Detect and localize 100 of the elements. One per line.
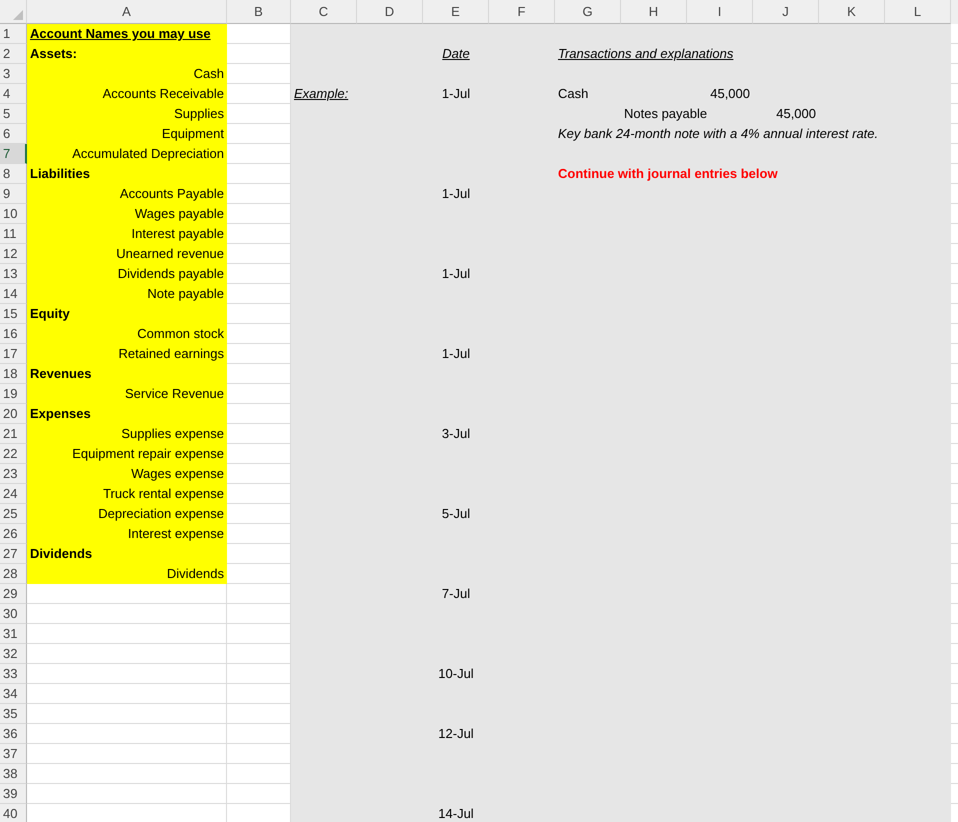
row-header[interactable]: 30 [0, 604, 27, 624]
date-cell-text: 1-Jul [440, 265, 472, 283]
account-name: Cash [27, 64, 227, 84]
row-header[interactable]: 36 [0, 724, 27, 744]
section-label: Example: [293, 85, 350, 103]
column-label: Date [441, 45, 471, 63]
row-header[interactable]: 28 [0, 564, 27, 584]
account-name: Interest payable [27, 224, 227, 244]
section-label: Transactions and explanations [557, 45, 734, 63]
row-header[interactable]: 14 [0, 284, 27, 304]
account-name: Dividends [27, 564, 227, 584]
instruction-text: Continue with journal entries below [557, 165, 779, 183]
row-header[interactable]: 20 [0, 404, 27, 424]
row-header[interactable]: 25 [0, 504, 27, 524]
row-header[interactable]: 38 [0, 764, 27, 784]
row-header[interactable]: 5 [0, 104, 27, 124]
row-header[interactable]: 19 [0, 384, 27, 404]
column-header[interactable]: E [423, 0, 489, 24]
account-name: Retained earnings [27, 344, 227, 364]
account-name: Equipment [27, 124, 227, 144]
amount-cell-text: 45,000 [709, 85, 751, 103]
date-cell-text: 12-Jul [437, 725, 475, 743]
row-header[interactable]: 12 [0, 244, 27, 264]
row-header[interactable]: 8 [0, 164, 27, 184]
category-label: Dividends [27, 544, 227, 564]
column-header[interactable]: C [291, 0, 357, 24]
column-header[interactable]: A [27, 0, 227, 24]
row-header[interactable]: 2 [0, 44, 27, 64]
row-header[interactable]: 27 [0, 544, 27, 564]
amount-cell-text: 45,000 [775, 105, 817, 123]
account-name: Wages expense [27, 464, 227, 484]
account-name: Note payable [27, 284, 227, 304]
column-header[interactable]: K [819, 0, 885, 24]
row-header[interactable]: 4 [0, 84, 27, 104]
category-label: Revenues [27, 364, 227, 384]
account-name: Common stock [27, 324, 227, 344]
row-header[interactable]: 18 [0, 364, 27, 384]
date-cell-text: 14-Jul [437, 805, 475, 822]
row-header[interactable]: 21 [0, 424, 27, 444]
row-header[interactable]: 34 [0, 684, 27, 704]
column-header[interactable]: L [885, 0, 951, 24]
account-name: Accounts Payable [27, 184, 227, 204]
row-header[interactable]: 17 [0, 344, 27, 364]
category-label: Expenses [27, 404, 227, 424]
row-header[interactable]: 6 [0, 124, 27, 144]
category-label: Assets: [27, 44, 227, 64]
row-header[interactable]: 32 [0, 644, 27, 664]
account-name: Truck rental expense [27, 484, 227, 504]
account-name: Dividends payable [27, 264, 227, 284]
account-name: Interest expense [27, 524, 227, 544]
category-label: Liabilities [27, 164, 227, 184]
entry-text: Notes payable [623, 105, 708, 123]
row-header[interactable]: 31 [0, 624, 27, 644]
row-header[interactable]: 24 [0, 484, 27, 504]
row-header[interactable]: 10 [0, 204, 27, 224]
date-cell-text: 10-Jul [437, 665, 475, 683]
row-header[interactable]: 39 [0, 784, 27, 804]
account-name: Service Revenue [27, 384, 227, 404]
date-cell-text: 1-Jul [440, 85, 472, 103]
account-name: Unearned revenue [27, 244, 227, 264]
column-header[interactable]: D [357, 0, 423, 24]
account-name: Equipment repair expense [27, 444, 227, 464]
account-name: Accumulated Depreciation [27, 144, 227, 164]
account-name: Supplies expense [27, 424, 227, 444]
row-header[interactable]: 15 [0, 304, 27, 324]
row-header[interactable]: 16 [0, 324, 27, 344]
column-header[interactable]: F [489, 0, 555, 24]
column-header[interactable]: G [555, 0, 621, 24]
account-name: Depreciation expense [27, 504, 227, 524]
row-header[interactable]: 35 [0, 704, 27, 724]
account-name: Supplies [27, 104, 227, 124]
row-header[interactable]: 3 [0, 64, 27, 84]
row-header[interactable]: 11 [0, 224, 27, 244]
row-header[interactable]: 37 [0, 744, 27, 764]
date-cell-text: 1-Jul [440, 345, 472, 363]
note-text: Key bank 24-month note with a 4% annual interest rate. [557, 125, 880, 143]
row-header[interactable]: 9 [0, 184, 27, 204]
date-cell-text: 3-Jul [440, 425, 472, 443]
row-header[interactable]: 26 [0, 524, 27, 544]
sheet-heading: Account Names you may use [27, 24, 227, 44]
column-header[interactable]: I [687, 0, 753, 24]
row-header[interactable]: 22 [0, 444, 27, 464]
date-cell-text: 1-Jul [440, 185, 472, 203]
row-header[interactable]: 1 [0, 24, 27, 44]
row-header[interactable]: 13 [0, 264, 27, 284]
account-name: Wages payable [27, 204, 227, 224]
account-name: Accounts Receivable [27, 84, 227, 104]
row-header[interactable]: 29 [0, 584, 27, 604]
column-header[interactable]: B [227, 0, 291, 24]
column-header[interactable]: H [621, 0, 687, 24]
row-header[interactable]: 7 [0, 144, 27, 164]
date-cell-text: 7-Jul [440, 585, 472, 603]
row-header[interactable]: 40 [0, 804, 27, 822]
category-label: Equity [27, 304, 227, 324]
row-header[interactable]: 23 [0, 464, 27, 484]
date-cell-text: 5-Jul [440, 505, 472, 523]
select-all-icon[interactable] [13, 10, 23, 20]
entry-text: Cash [557, 85, 590, 103]
column-header[interactable]: J [753, 0, 819, 24]
row-header[interactable]: 33 [0, 664, 27, 684]
